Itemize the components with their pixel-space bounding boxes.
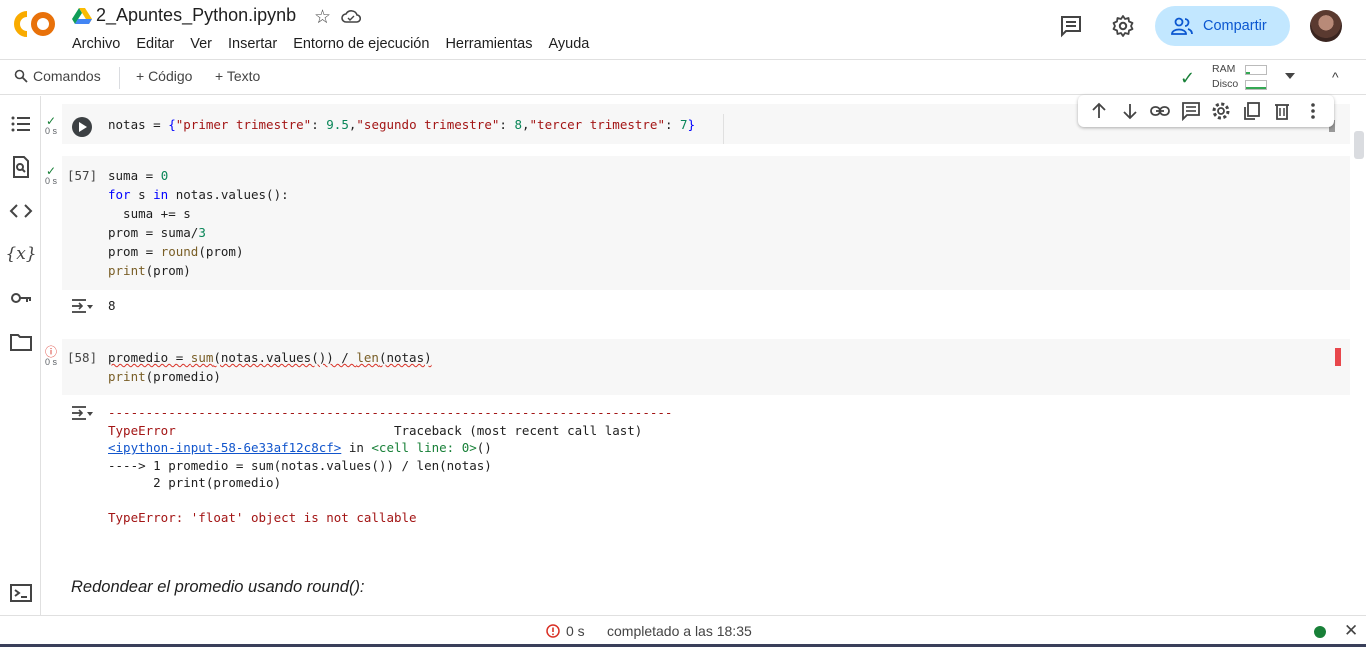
add-text-label: + Texto: [215, 68, 261, 84]
resources-indicator[interactable]: RAM Disco: [1212, 62, 1238, 92]
traceback-cell-line: <cell line: 0>: [371, 440, 477, 455]
cell-3-status: ⓘ 0 s: [44, 345, 57, 367]
colab-logo[interactable]: [14, 10, 56, 38]
comment-icon[interactable]: [1181, 101, 1201, 121]
cell-toolbar: [1078, 95, 1334, 127]
drive-icon[interactable]: [72, 7, 92, 25]
menu-ver[interactable]: Ver: [190, 36, 212, 52]
add-code-label: + Código: [136, 68, 193, 84]
cell-success-check-icon: ✓: [45, 164, 57, 178]
link-icon[interactable]: [1150, 101, 1171, 121]
connected-check-icon: ✓: [1180, 68, 1196, 88]
connected-dot-icon: [1314, 626, 1326, 638]
close-icon[interactable]: ✕: [1344, 621, 1358, 641]
menu-archivo[interactable]: Archivo: [72, 36, 120, 52]
traceback-arrow-line: ----> 1 promedio = sum(notas.values()) /…: [108, 457, 492, 473]
add-text-button[interactable]: + Texto: [215, 68, 260, 84]
commands-button[interactable]: Comandos: [14, 68, 101, 84]
error-name: TypeError: [108, 422, 176, 438]
commands-label: Comandos: [33, 68, 101, 84]
ipython-input-link[interactable]: <ipython-input-58-6e33af12c8cf>: [108, 440, 341, 455]
menu-ayuda[interactable]: Ayuda: [548, 36, 589, 52]
people-icon: [1171, 17, 1193, 35]
add-code-button[interactable]: + Código: [136, 68, 192, 84]
cell-1-code[interactable]: notas = {"primer trimestre": 9.5,"segund…: [108, 115, 695, 134]
disk-label: Disco: [1212, 78, 1239, 90]
cell-3-code[interactable]: promedio = sum(notas.values()) / len(not…: [108, 348, 432, 386]
more-options-icon[interactable]: [1303, 101, 1323, 121]
error-message: TypeError: 'float' object is not callabl…: [108, 510, 417, 525]
move-down-icon[interactable]: [1120, 101, 1140, 121]
menu-entorno[interactable]: Entorno de ejecución: [293, 36, 429, 52]
left-rail: {𝑥}: [0, 96, 41, 616]
share-button[interactable]: Compartir: [1155, 6, 1290, 46]
secrets-key-icon[interactable]: [9, 286, 33, 310]
cell-settings-icon[interactable]: [1211, 101, 1231, 121]
toolbar-divider: [119, 67, 120, 89]
error-circle-icon: ⓘ: [44, 345, 57, 359]
comments-icon[interactable]: [1059, 14, 1083, 38]
error-marker: [1335, 348, 1341, 366]
scrollbar-thumb[interactable]: [1354, 131, 1364, 159]
ram-bar: [1245, 65, 1267, 75]
search-icon: [14, 69, 28, 83]
mirror-cell-icon[interactable]: [1242, 101, 1262, 121]
menu-bar: Archivo Editar Ver Insertar Entorno de e…: [72, 36, 589, 52]
status-bar: 0 s completado a las 18:35 ✕: [0, 615, 1366, 647]
menu-herramientas[interactable]: Herramientas: [445, 36, 532, 52]
chevron-down-icon[interactable]: [1285, 73, 1295, 79]
header: 2_Apuntes_Python.ipynb ☆ Archivo Editar …: [0, 0, 1366, 59]
cell-1-status: ✓ 0 s: [44, 114, 57, 136]
cell-2-exec-count: [57]: [67, 168, 98, 183]
delete-trash-icon[interactable]: [1272, 101, 1292, 121]
markdown-heading[interactable]: Redondear el promedio usando round():: [71, 578, 365, 597]
code-ruler: [723, 114, 724, 144]
cell-2-status: ✓ 0 s: [44, 164, 57, 186]
cell-success-check-icon: ✓: [45, 114, 57, 128]
cell-3-exec-count: [58]: [67, 350, 98, 365]
settings-gear-icon[interactable]: [1111, 14, 1135, 38]
toc-icon[interactable]: [9, 112, 33, 136]
output-toggle-icon[interactable]: [71, 405, 93, 421]
status-completed-text: completado a las 18:35: [607, 623, 752, 639]
collapse-header-icon[interactable]: ^: [1332, 69, 1339, 85]
find-icon[interactable]: [9, 155, 33, 179]
share-label: Compartir: [1203, 18, 1267, 34]
traceback-cell-line-suffix: (): [476, 440, 492, 455]
notebook-toolbar: Comandos + Código + Texto ✓ RAM Disco ^: [0, 59, 1366, 95]
cell-2-output: 8: [108, 298, 116, 313]
avatar[interactable]: [1310, 10, 1342, 42]
star-icon[interactable]: ☆: [314, 6, 331, 29]
cell-3-traceback: ----------------------------------------…: [108, 404, 672, 527]
code-snippets-icon[interactable]: [9, 199, 33, 223]
files-folder-icon[interactable]: [9, 330, 33, 354]
ram-label: RAM: [1212, 63, 1236, 75]
traceback-dashes: ----------------------------------------…: [108, 405, 673, 420]
notebook-title[interactable]: 2_Apuntes_Python.ipynb: [96, 5, 296, 26]
error-circle-icon: [546, 624, 560, 638]
run-cell-button[interactable]: [72, 117, 92, 137]
cloud-saved-icon[interactable]: [341, 8, 361, 24]
menu-editar[interactable]: Editar: [136, 36, 174, 52]
variables-icon[interactable]: {𝑥}: [5, 242, 36, 266]
menu-insertar[interactable]: Insertar: [228, 36, 277, 52]
move-up-icon[interactable]: [1089, 101, 1109, 121]
disk-bar: [1245, 80, 1267, 90]
cell-2-code[interactable]: suma = 0 for s in notas.values(): suma +…: [108, 166, 289, 280]
status-time: 0 s: [566, 623, 585, 639]
output-toggle-icon[interactable]: [71, 298, 93, 314]
traceback-line-2: 2 print(promedio): [108, 475, 282, 490]
terminal-icon[interactable]: [9, 581, 33, 605]
traceback-in-word: in: [341, 440, 372, 455]
traceback-header: Traceback (most recent call last): [393, 422, 643, 438]
status-error-indicator[interactable]: 0 s: [546, 623, 585, 639]
